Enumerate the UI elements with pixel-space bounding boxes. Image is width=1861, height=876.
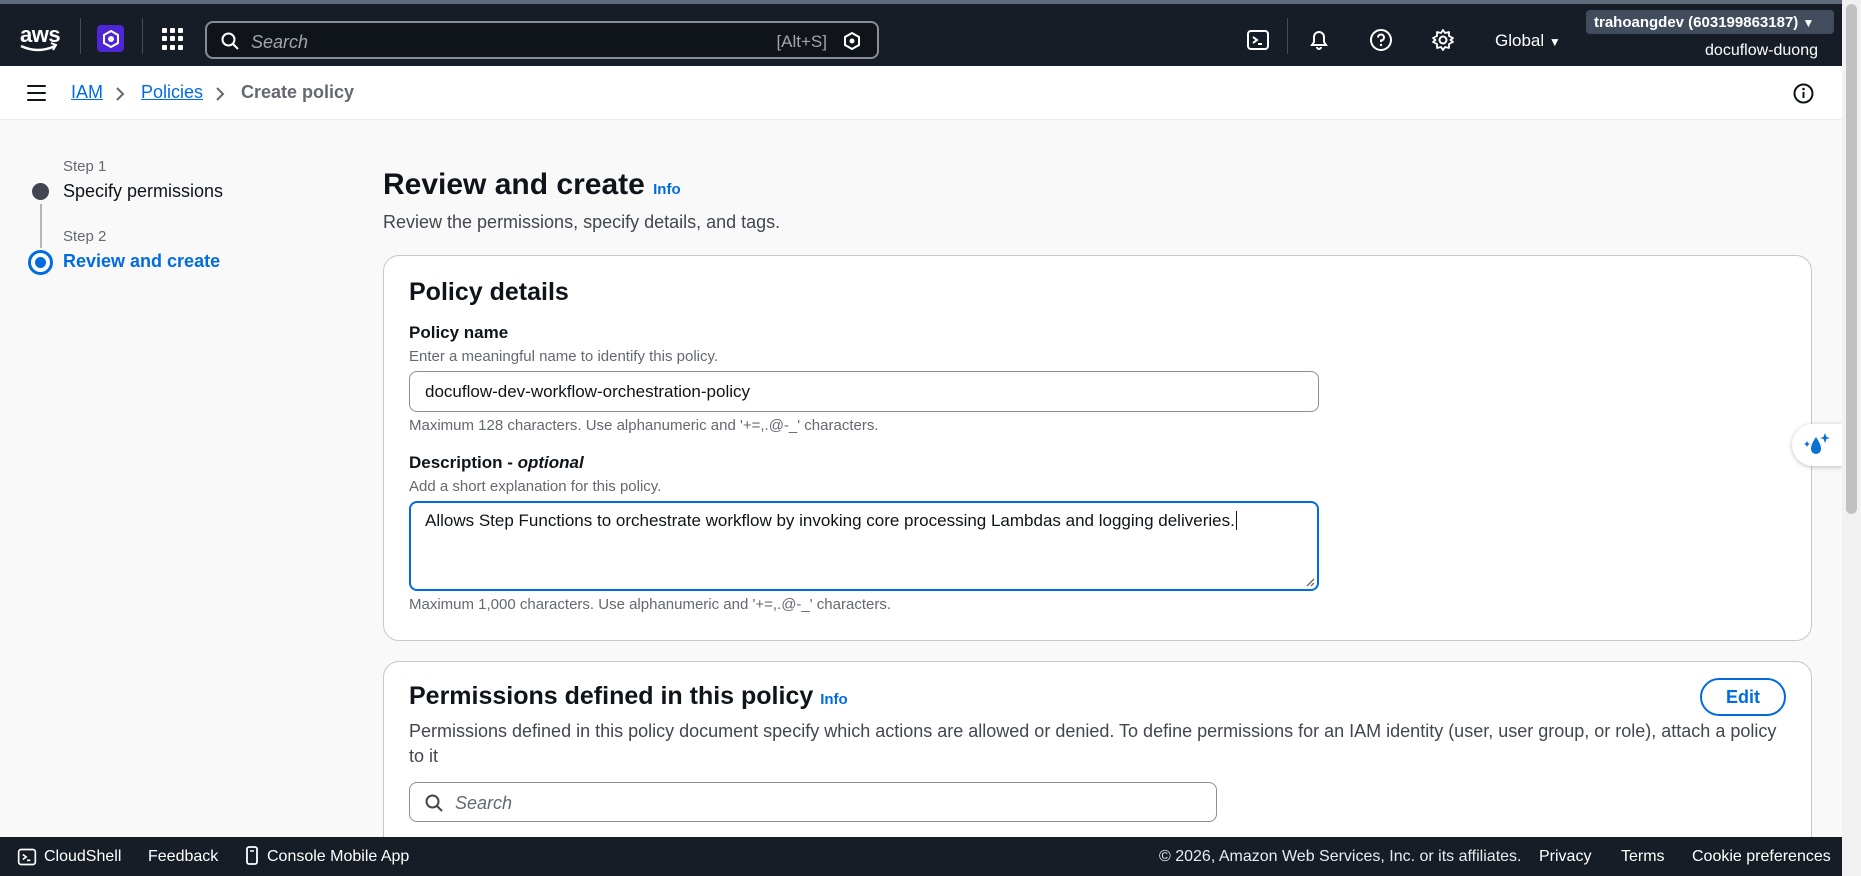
footer-cookie-preferences-link[interactable]: Cookie preferences [1692, 848, 1831, 866]
description-constraint: Maximum 1,000 characters. Use alphanumer… [409, 596, 891, 613]
chevron-right-icon [116, 87, 125, 101]
cloudshell-icon[interactable] [1246, 28, 1270, 52]
help-icon[interactable] [1369, 28, 1393, 52]
edit-button[interactable]: Edit [1700, 678, 1786, 716]
sparkle-icon [1804, 433, 1830, 454]
mobile-app-icon [246, 846, 258, 865]
global-search-input[interactable]: Search [Alt+S] [205, 21, 879, 59]
footer-cloudshell-link[interactable]: CloudShell [44, 848, 121, 866]
user-name[interactable]: docuflow-duong [1705, 42, 1818, 60]
step-2-title: Review and create [63, 251, 221, 271]
amazon-q-icon [844, 32, 860, 50]
breadcrumb-bar: IAM Policies Create policy [0, 66, 1842, 120]
footer-copyright: © 2026, Amazon Web Services, Inc. or its… [1159, 848, 1522, 865]
policy-details-title: Policy details [409, 278, 569, 306]
region-selector[interactable]: Global ▼ [1495, 31, 1561, 51]
description-hint: Add a short explanation for this policy. [409, 478, 662, 495]
permissions-info-link[interactable]: Info [820, 691, 848, 708]
footer: CloudShell Feedback Console Mobile App ©… [0, 837, 1842, 876]
policy-name-label: Policy name [409, 323, 509, 342]
caret-down-icon: ▼ [1802, 16, 1815, 30]
caret-down-icon: ▼ [1548, 35, 1561, 49]
divider [142, 18, 143, 54]
region-label: Global [1495, 31, 1545, 50]
policy-name-hint: Enter a meaningful name to identify this… [409, 348, 719, 365]
description-optional-text: optional [517, 453, 584, 472]
step-1-title[interactable]: Specify permissions [63, 181, 223, 202]
service-favorite-icon[interactable] [97, 25, 124, 52]
page-title-text: Review and create [383, 168, 645, 201]
text-cursor [1235, 511, 1237, 530]
step-2-indicator [28, 250, 53, 275]
description-textarea[interactable]: Allows Step Functions to orchestrate wor… [409, 501, 1319, 591]
step-connector [40, 204, 42, 248]
description-value: Allows Step Functions to orchestrate wor… [425, 511, 1235, 530]
chevron-right-icon [216, 87, 225, 101]
resize-handle-icon[interactable] [1305, 577, 1315, 587]
page-title: Review and create Info [383, 168, 681, 202]
permissions-search-placeholder: Search [455, 793, 513, 813]
footer-feedback-link[interactable]: Feedback [148, 848, 218, 866]
step-2-number: Step 2 [63, 228, 107, 245]
permissions-title-text: Permissions defined in this policy [409, 682, 814, 710]
services-menu-icon[interactable] [162, 28, 184, 50]
top-navigation: aws Search [Alt+S] Global ▼ trahoangdev … [0, 0, 1842, 66]
breadcrumb-iam[interactable]: IAM [71, 82, 103, 103]
aws-logo[interactable]: aws [18, 20, 61, 54]
description-label: Description - optional [409, 453, 584, 473]
aws-smile-icon [20, 42, 58, 52]
search-icon [425, 794, 443, 812]
settings-icon[interactable] [1431, 28, 1455, 52]
cloudshell-icon [17, 848, 37, 866]
page-info-link[interactable]: Info [653, 181, 681, 198]
footer-terms-link[interactable]: Terms [1621, 848, 1665, 866]
info-panel-icon[interactable] [1793, 83, 1814, 104]
policy-details-card: Policy details Policy name Enter a meani… [383, 255, 1812, 641]
permissions-search-input[interactable]: Search [409, 782, 1217, 822]
hamburger-menu-icon[interactable] [27, 85, 46, 101]
description-label-text: Description - [409, 453, 518, 472]
permissions-title: Permissions defined in this policy Info [409, 682, 848, 711]
breadcrumb-policies[interactable]: Policies [141, 82, 203, 103]
scrollbar-thumb[interactable] [1846, 4, 1857, 514]
search-shortcut: [Alt+S] [776, 32, 827, 51]
bell-icon[interactable] [1307, 28, 1331, 52]
footer-mobile-app-link[interactable]: Console Mobile App [267, 848, 409, 866]
search-icon [221, 32, 239, 50]
permissions-description: Permissions defined in this policy docum… [409, 721, 1777, 766]
search-placeholder: Search [251, 32, 309, 52]
policy-name-input[interactable]: docuflow-dev-workflow-orchestration-poli… [409, 371, 1319, 412]
policy-name-value: docuflow-dev-workflow-orchestration-poli… [425, 382, 751, 401]
policy-name-constraint: Maximum 128 characters. Use alphanumeric… [409, 417, 879, 434]
divider [1287, 18, 1288, 54]
footer-privacy-link[interactable]: Privacy [1539, 848, 1591, 866]
step-1-number: Step 1 [63, 158, 107, 175]
divider [80, 18, 81, 54]
assistant-sparkle-button[interactable] [1792, 424, 1842, 466]
account-menu[interactable]: trahoangdev (603199863187) ▼ [1586, 10, 1834, 34]
step-1-indicator [32, 183, 49, 200]
breadcrumb-current: Create policy [241, 82, 355, 102]
page-subtitle: Review the permissions, specify details,… [383, 212, 781, 232]
account-label: trahoangdev (603199863187) [1594, 14, 1799, 31]
